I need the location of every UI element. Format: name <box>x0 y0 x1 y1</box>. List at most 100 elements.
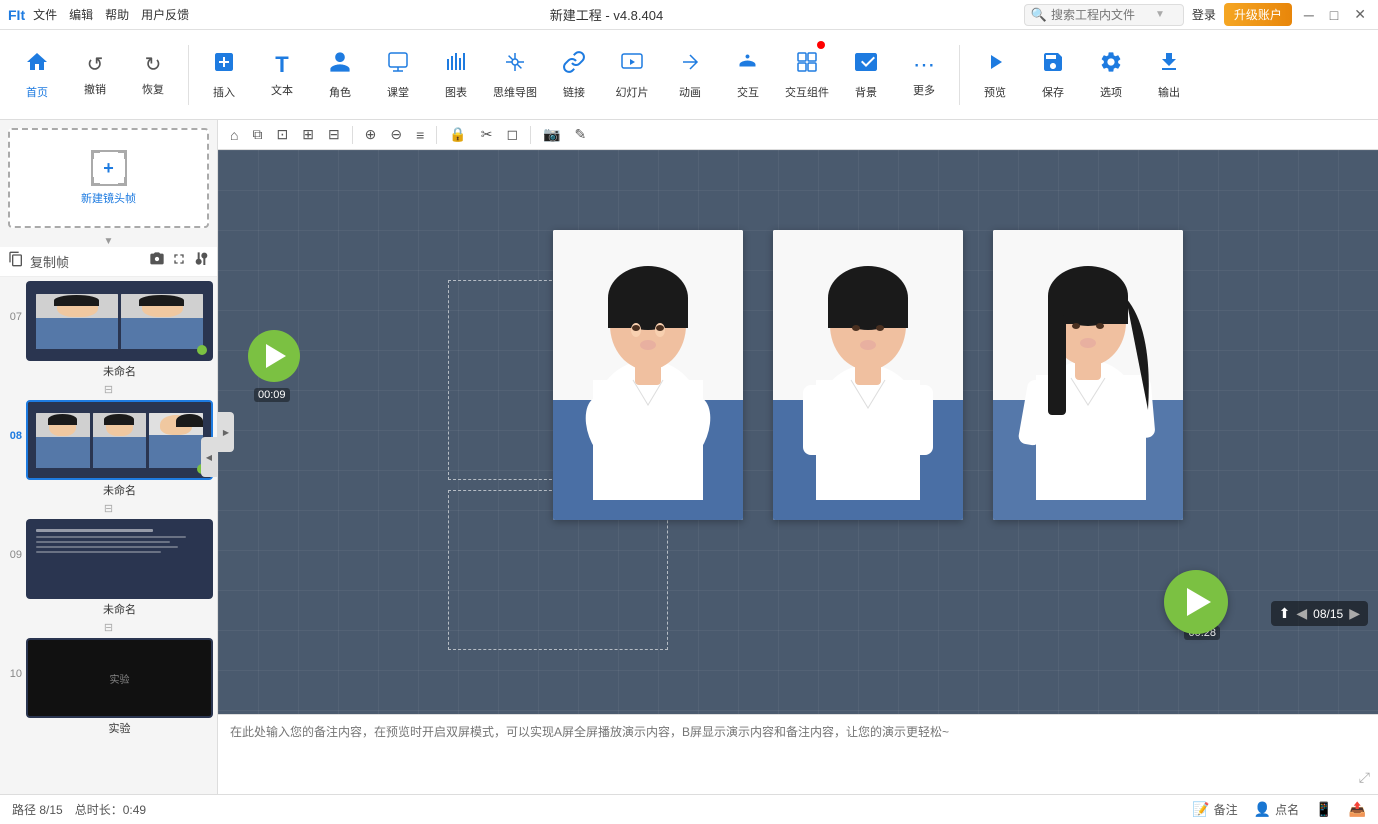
path-info: 路径 8/15 <box>12 801 63 818</box>
close-button[interactable]: ✕ <box>1350 6 1370 23</box>
page-nav-current: 08/15 <box>1313 607 1343 621</box>
ct-crop-icon[interactable]: ✂ <box>477 124 497 145</box>
status-bar: 路径 8/15 总时长：0:49 📝 备注 👤 点名 📱 📤 <box>0 794 1378 824</box>
slide-wrapper-07[interactable]: 未命名 <box>26 281 213 381</box>
menu-edit[interactable]: 编辑 <box>69 6 93 23</box>
toolbar-home[interactable]: 首页 <box>10 35 64 115</box>
toolbar-option[interactable]: 选项 <box>1084 35 1138 115</box>
slide-num-07: 07 <box>4 281 26 323</box>
new-frame-button[interactable]: + 新建镜头帧 <box>8 128 209 228</box>
slide-thumb-09[interactable] <box>26 519 213 599</box>
search-box[interactable]: 🔍 ▼ <box>1024 4 1184 26</box>
play-button-bottomright[interactable] <box>1164 570 1228 634</box>
screen-button[interactable]: 📱 <box>1315 801 1332 818</box>
slide-label-08: 未命名 <box>26 482 213 500</box>
toolbar-chart-label: 图表 <box>445 84 467 100</box>
search-input[interactable] <box>1051 8 1151 22</box>
ct-layer-icon[interactable]: ⊡ <box>272 124 292 145</box>
role-icon <box>328 50 352 80</box>
photo-person-1 <box>553 230 743 520</box>
scroll-down-arrow[interactable]: ▼ <box>0 236 217 247</box>
wave-icon[interactable] <box>193 251 209 272</box>
ct-zoomout-icon[interactable]: ⊖ <box>386 124 406 145</box>
play-button-topleft[interactable] <box>248 330 300 382</box>
toolbar-save[interactable]: 保存 <box>1026 35 1080 115</box>
slide-wrapper-08[interactable]: 未命名 <box>26 400 213 500</box>
menu-file[interactable]: 文件 <box>33 6 57 23</box>
upload-button[interactable]: 📤 <box>1349 801 1366 818</box>
slide-num-08: 08 <box>4 400 26 442</box>
toolbar-interact[interactable]: 交互 <box>721 35 775 115</box>
slide-thumb-08[interactable] <box>26 400 213 480</box>
search-dropdown-icon[interactable]: ▼ <box>1155 9 1165 20</box>
menu-help[interactable]: 帮助 <box>105 6 129 23</box>
ct-ungroup-icon[interactable]: ⊟ <box>324 124 344 145</box>
maximize-button[interactable]: □ <box>1326 7 1342 23</box>
main-area: + 新建镜头帧 ▼ 复制帧 <box>0 120 1378 794</box>
toolbar-undo[interactable]: ↺ 撤销 <box>68 35 122 115</box>
right-collapse-button[interactable]: ▶ <box>218 412 234 452</box>
ct-lock-icon[interactable]: 🔒 <box>445 124 470 145</box>
page-nav-next[interactable]: ▶ <box>1349 605 1360 622</box>
toolbar-more[interactable]: ⋯ 更多 <box>897 35 951 115</box>
copy-frame-label[interactable]: 复制帧 <box>30 252 69 271</box>
slide-wrapper-10[interactable]: 实验 实验 <box>26 638 213 738</box>
collapse-panel-button[interactable]: ◀ <box>201 437 217 477</box>
toolbar-link[interactable]: 链接 <box>547 35 601 115</box>
toolbar-text[interactable]: T 文本 <box>255 35 309 115</box>
note-icon: 📝 <box>1192 801 1209 818</box>
toolbar-role[interactable]: 角色 <box>313 35 367 115</box>
point-button[interactable]: 👤 点名 <box>1254 801 1299 818</box>
camera-icon[interactable] <box>149 251 165 272</box>
right-collapse-icon: ▶ <box>223 428 229 437</box>
expand-icon[interactable] <box>171 251 187 272</box>
notes-expand-icon[interactable]: ⤢ <box>1359 769 1370 786</box>
notes-textarea[interactable] <box>230 723 1366 786</box>
slide-icon <box>620 50 644 80</box>
home-icon <box>25 50 49 80</box>
upgrade-button[interactable]: 升级账户 <box>1224 3 1292 26</box>
toolbar-insert-label: 插入 <box>213 84 235 100</box>
menu-feedback[interactable]: 用户反馈 <box>141 6 189 23</box>
slide-num-09: 09 <box>4 519 26 561</box>
ct-camera-icon[interactable]: 📷 <box>539 124 564 145</box>
photo-card-1[interactable] <box>553 230 743 520</box>
slide-thumb-10[interactable]: 实验 <box>26 638 213 718</box>
toolbar-redo[interactable]: ↻ 恢复 <box>126 35 180 115</box>
collapse-icon: ◀ <box>206 453 212 462</box>
ct-group-icon[interactable]: ⊞ <box>298 124 318 145</box>
text-icon: T <box>275 52 288 78</box>
page-nav-prev[interactable]: ◀ <box>1296 605 1307 622</box>
slide-wrapper-09[interactable]: 未命名 <box>26 519 213 619</box>
page-nav-upload-icon[interactable]: ⬆ <box>1279 605 1291 622</box>
time-label-topleft: 00:09 <box>254 388 290 402</box>
ct-zoomin-icon[interactable]: ⊕ <box>361 124 381 145</box>
toolbar-preview[interactable]: 预览 <box>968 35 1022 115</box>
toolbar-anim[interactable]: 动画 <box>663 35 717 115</box>
toolbar-slide-label: 幻灯片 <box>616 84 649 100</box>
slide-num-10: 10 <box>4 638 26 680</box>
ct-home-icon[interactable]: ⌂ <box>226 125 242 145</box>
ct-edit-icon[interactable]: ✎ <box>571 124 591 145</box>
toolbar-bg[interactable]: 背景 <box>839 35 893 115</box>
slide-sep-09: ⊟ <box>4 619 213 636</box>
slide-thumb-07[interactable] <box>26 281 213 361</box>
ct-shape-icon[interactable]: ◻ <box>502 124 522 145</box>
toolbar-role-label: 角色 <box>329 84 351 100</box>
titlebar-controls: 🔍 ▼ 登录 升级账户 ─ □ ✕ <box>1024 3 1370 26</box>
copy-frame-button[interactable] <box>8 251 24 272</box>
toolbar-export[interactable]: 输出 <box>1142 35 1196 115</box>
photo-card-3[interactable] <box>993 230 1183 520</box>
toolbar-class[interactable]: 课堂 <box>371 35 425 115</box>
ct-copy-icon[interactable]: ⧉ <box>248 124 266 145</box>
toolbar-insert[interactable]: 插入 <box>197 35 251 115</box>
minimize-button[interactable]: ─ <box>1300 7 1318 23</box>
toolbar-interact-comp[interactable]: 交互组件 <box>779 35 835 115</box>
note-button[interactable]: 📝 备注 <box>1192 801 1237 818</box>
photo-card-2[interactable] <box>773 230 963 520</box>
login-button[interactable]: 登录 <box>1192 6 1216 23</box>
toolbar-slide[interactable]: 幻灯片 <box>605 35 659 115</box>
ct-align-icon[interactable]: ≡ <box>412 125 428 145</box>
toolbar-mindmap[interactable]: 思维导图 <box>487 35 543 115</box>
toolbar-chart[interactable]: 图表 <box>429 35 483 115</box>
